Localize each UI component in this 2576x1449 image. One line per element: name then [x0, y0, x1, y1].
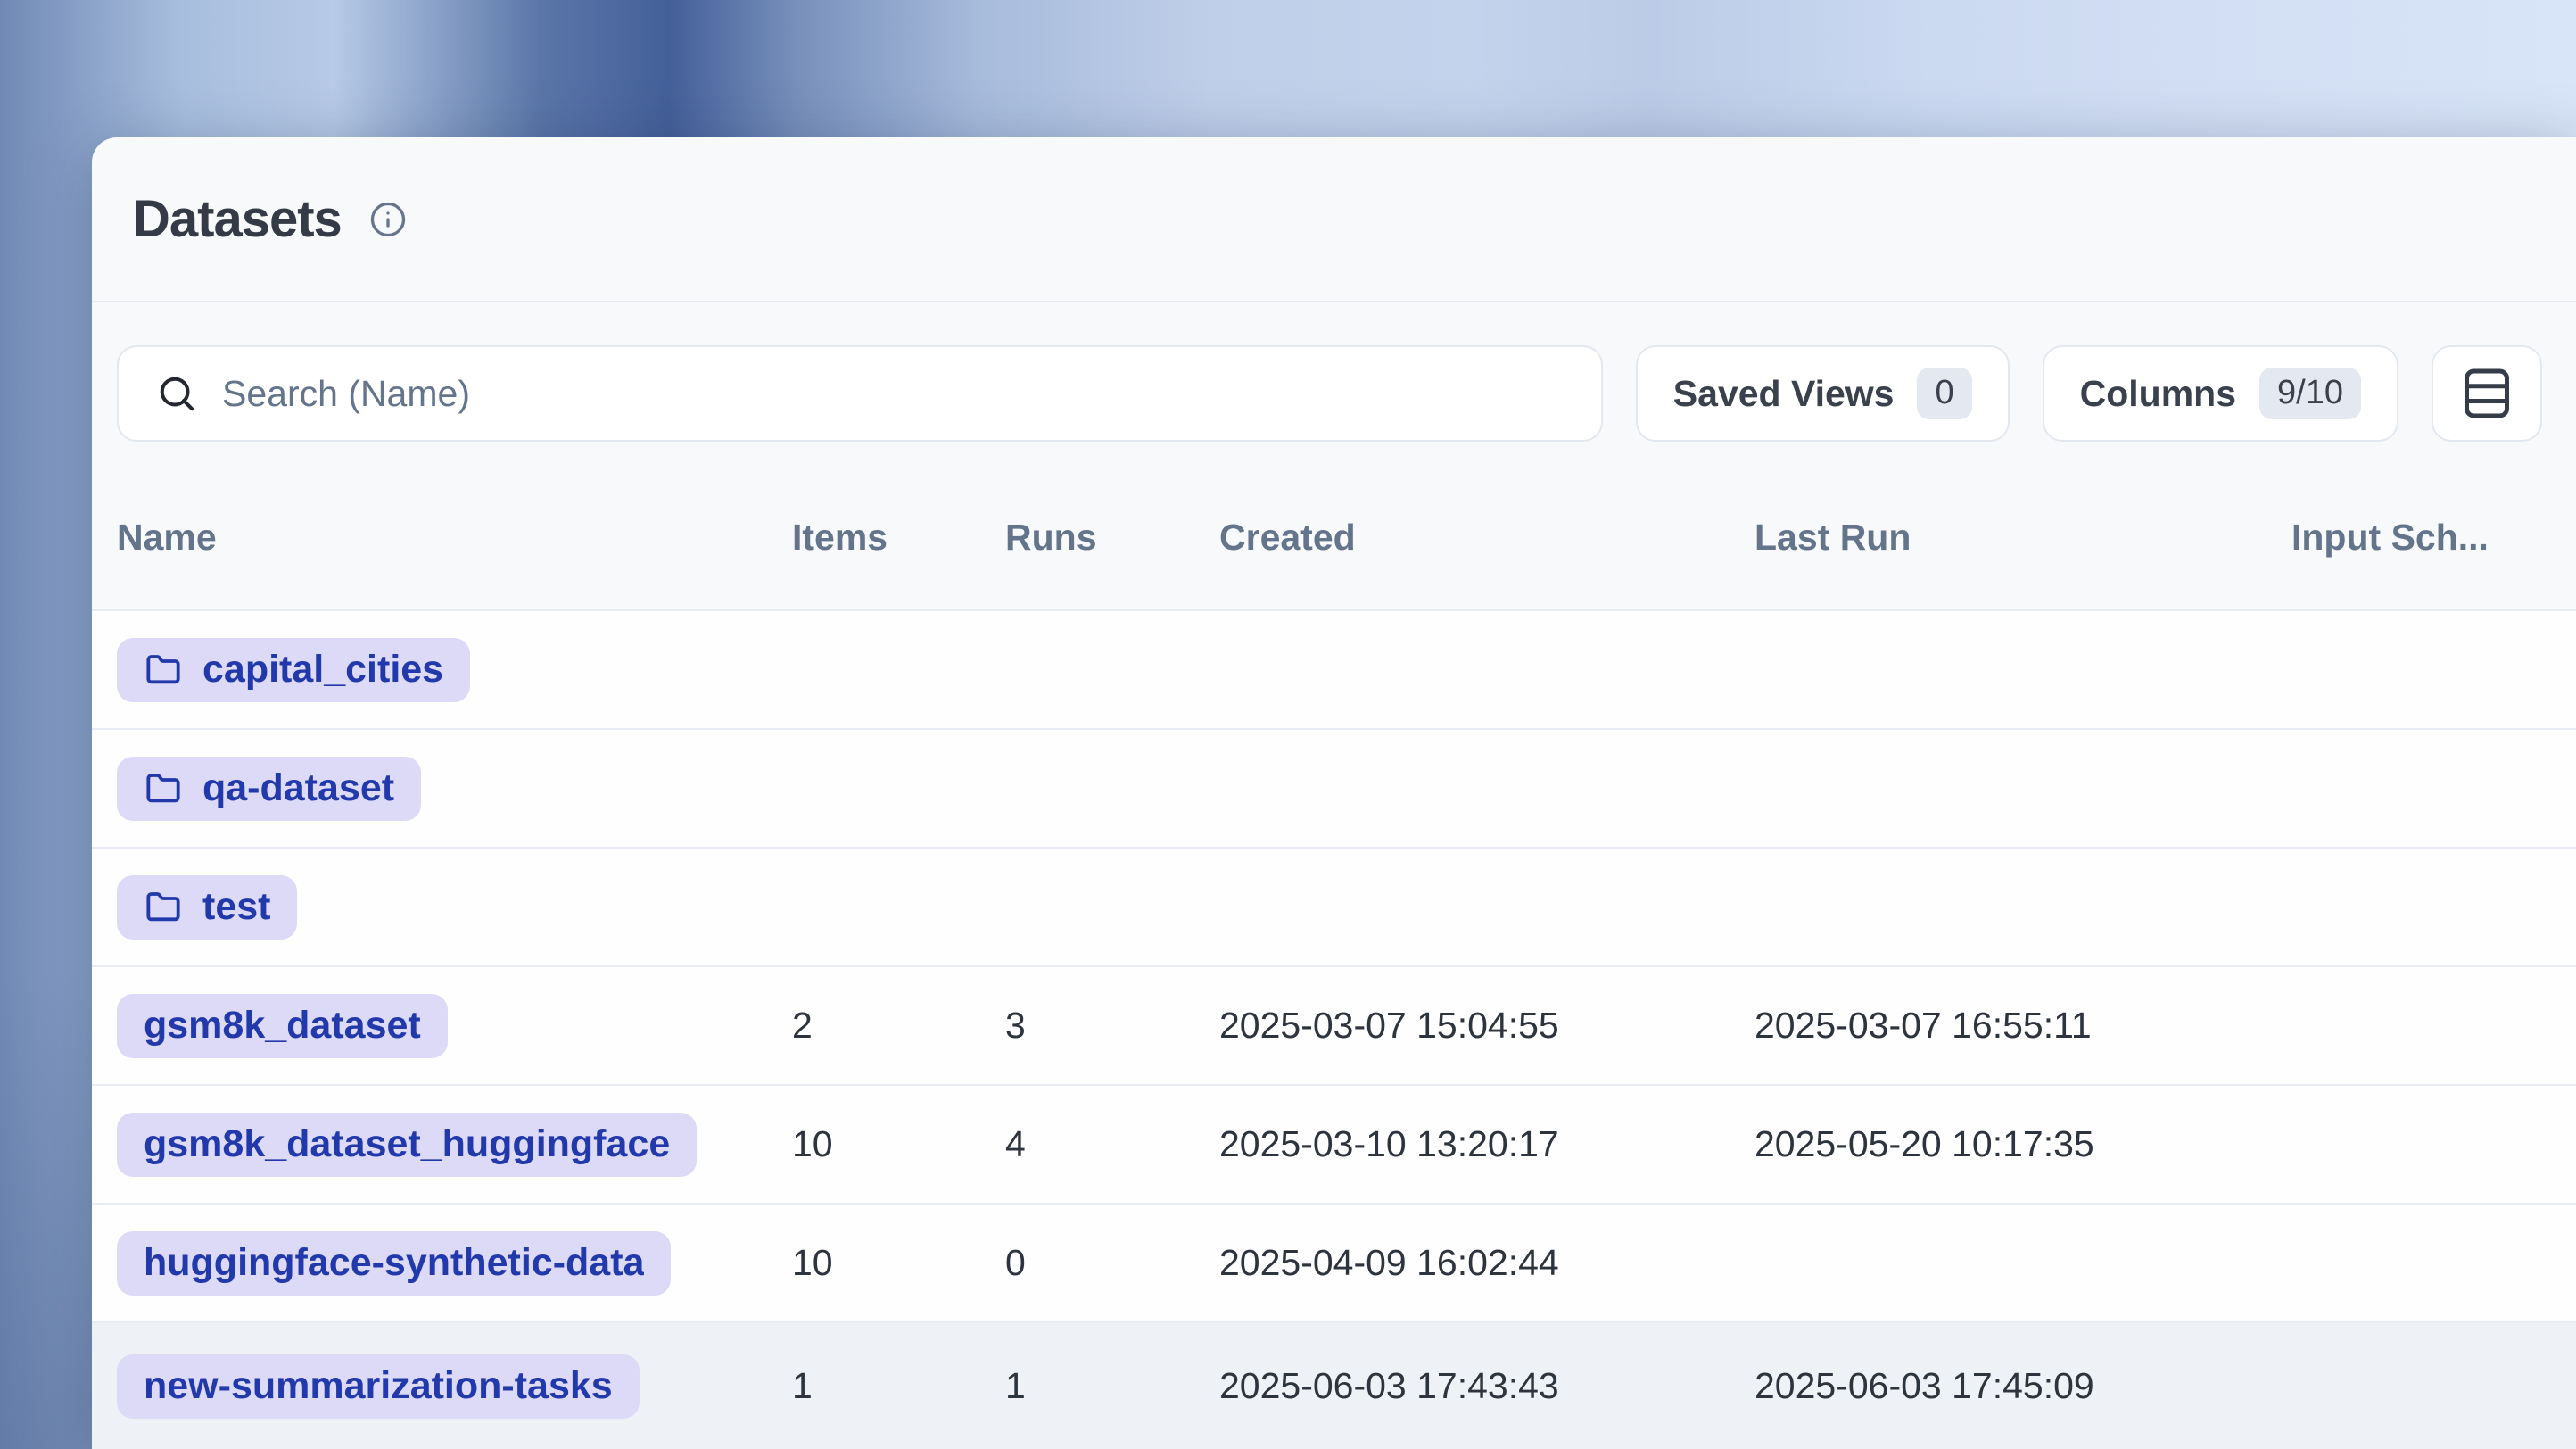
dataset-name-badge[interactable]: test	[117, 875, 297, 940]
cell-runs: 4	[1005, 1123, 1219, 1165]
panel-header: Datasets	[92, 137, 2576, 302]
dataset-name-badge[interactable]: qa-dataset	[117, 757, 421, 821]
info-icon[interactable]	[368, 200, 408, 239]
columns-count-badge: 9/10	[2259, 368, 2361, 419]
dataset-name: gsm8k_dataset_huggingface	[144, 1122, 670, 1166]
search-box[interactable]	[117, 345, 1603, 442]
dataset-name: new-summarization-tasks	[144, 1364, 613, 1408]
folder-icon	[144, 890, 183, 925]
column-header-input_schema[interactable]: Input Sch...	[2291, 517, 2542, 559]
info-icon-glyph	[369, 201, 407, 238]
cell-items: 2	[792, 1005, 1005, 1047]
saved-views-button[interactable]: Saved Views 0	[1636, 345, 2010, 442]
column-header-items[interactable]: Items	[792, 517, 1005, 559]
column-header-runs[interactable]: Runs	[1005, 517, 1219, 559]
cell-items: 10	[792, 1242, 1005, 1284]
table-row-test[interactable]: test	[92, 849, 2576, 967]
cell-created: 2025-04-09 16:02:44	[1219, 1242, 1754, 1284]
column-header-last_run[interactable]: Last Run	[1754, 517, 2291, 559]
table-row-huggingface-synthetic-data[interactable]: huggingface-synthetic-data 10 0 2025-04-…	[92, 1205, 2576, 1323]
cell-created: 2025-06-03 17:43:43	[1219, 1365, 1754, 1407]
table-header-row: NameItemsRunsCreatedLast RunInput Sch...	[92, 442, 2576, 611]
dataset-name-badge[interactable]: capital_cities	[117, 638, 470, 702]
cell-last-run: 2025-06-03 17:45:09	[1754, 1365, 2291, 1407]
cell-created: 2025-03-07 15:04:55	[1219, 1005, 1754, 1047]
search-input[interactable]	[220, 372, 1583, 416]
dataset-name-badge[interactable]: gsm8k_dataset	[117, 994, 448, 1058]
folder-icon	[144, 771, 183, 807]
cell-last-run: 2025-03-07 16:55:11	[1754, 1005, 2291, 1047]
column-header-created[interactable]: Created	[1219, 517, 1754, 559]
dataset-name: gsm8k_dataset	[144, 1004, 421, 1047]
row-height-button[interactable]	[2432, 345, 2542, 442]
table-row-new-summarization-tasks[interactable]: new-summarization-tasks 1 1 2025-06-03 1…	[92, 1323, 2576, 1449]
cell-created: 2025-03-10 13:20:17	[1219, 1123, 1754, 1165]
page-title: Datasets	[133, 189, 342, 249]
toolbar: Saved Views 0 Columns 9/10	[117, 345, 2542, 442]
dataset-name: huggingface-synthetic-data	[144, 1241, 644, 1285]
cell-last-run: 2025-05-20 10:17:35	[1754, 1123, 2291, 1165]
saved-views-label: Saved Views	[1673, 373, 1895, 415]
datasets-panel: Datasets Saved Views 0	[92, 137, 2576, 1449]
dataset-name: qa-dataset	[202, 766, 394, 810]
column-header-name[interactable]: Name	[117, 517, 792, 559]
dataset-name-badge[interactable]: huggingface-synthetic-data	[117, 1231, 671, 1296]
columns-label: Columns	[2080, 373, 2236, 415]
table-row-gsm8k_dataset_huggingface[interactable]: gsm8k_dataset_huggingface 10 4 2025-03-1…	[92, 1086, 2576, 1205]
folder-icon	[144, 652, 183, 688]
cell-items: 1	[792, 1365, 1005, 1407]
table-body: capital_cities qa-dataset	[92, 611, 2576, 1449]
dataset-name-badge[interactable]: new-summarization-tasks	[117, 1354, 640, 1419]
dataset-name-badge[interactable]: gsm8k_dataset_huggingface	[117, 1113, 697, 1177]
table-rows-icon	[2462, 367, 2512, 420]
search-icon	[156, 373, 197, 414]
saved-views-count-badge: 0	[1917, 368, 1971, 419]
cell-runs: 1	[1005, 1365, 1219, 1407]
page-background: Datasets Saved Views 0	[0, 0, 2576, 1449]
table-row-qa-dataset[interactable]: qa-dataset	[92, 730, 2576, 849]
columns-button[interactable]: Columns 9/10	[2043, 345, 2398, 442]
table-row-capital_cities[interactable]: capital_cities	[92, 611, 2576, 730]
cell-items: 10	[792, 1123, 1005, 1165]
table-row-gsm8k_dataset[interactable]: gsm8k_dataset 2 3 2025-03-07 15:04:55 20…	[92, 967, 2576, 1086]
dataset-name: test	[202, 885, 270, 929]
cell-runs: 3	[1005, 1005, 1219, 1047]
cell-runs: 0	[1005, 1242, 1219, 1284]
dataset-name: capital_cities	[202, 648, 443, 691]
